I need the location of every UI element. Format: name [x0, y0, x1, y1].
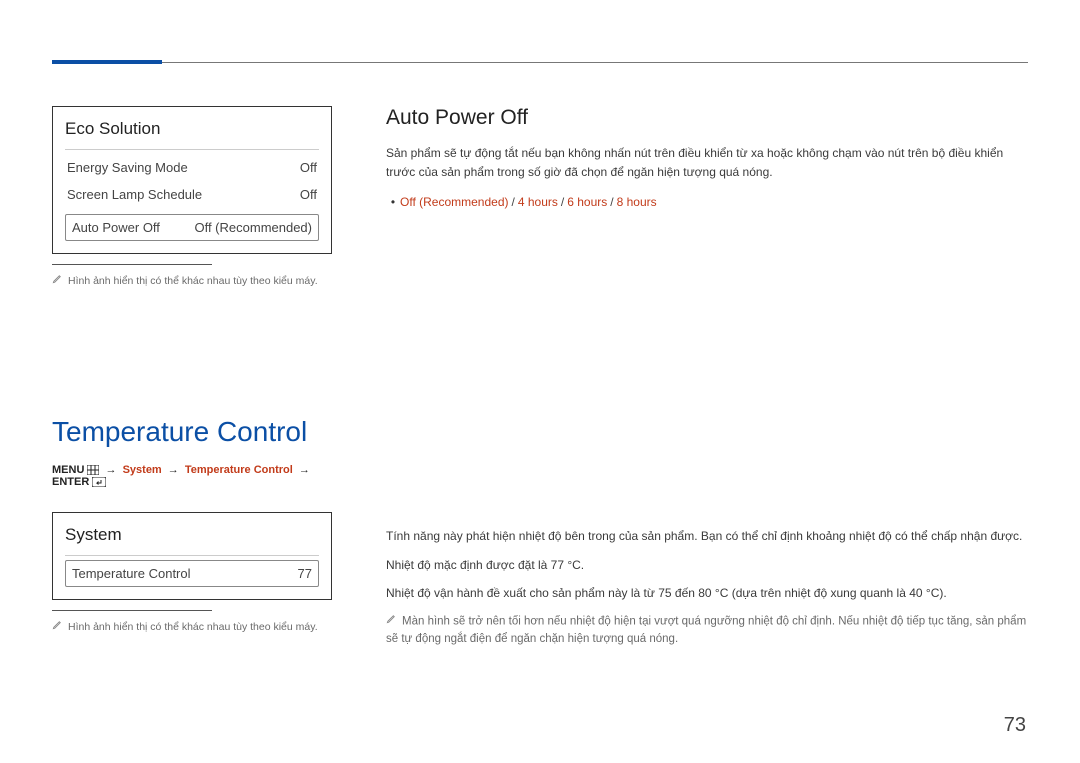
section-heading: Temperature Control	[52, 416, 332, 448]
menu-row: Screen Lamp Schedule Off	[65, 181, 319, 208]
tc-paragraph: Nhiệt độ mặc định được đặt là 77 °C.	[386, 556, 1028, 575]
enter-icon	[92, 476, 106, 488]
auto-power-off-description: Sản phẩm sẽ tự động tắt nếu bạn không nh…	[386, 144, 1028, 181]
image-note: Hình ảnh hiển thị có thể khác nhau tùy t…	[52, 273, 332, 290]
left-column: Eco Solution Energy Saving Mode Off Scre…	[52, 106, 332, 648]
image-note: Hình ảnh hiển thị có thể khác nhau tùy t…	[52, 619, 332, 636]
tc-note: Màn hình sẽ trở nên tối hơn nếu nhiệt độ…	[386, 613, 1028, 648]
pencil-note-icon	[386, 613, 398, 630]
pencil-note-icon	[52, 619, 64, 636]
tc-paragraph: Tính năng này phát hiện nhiệt độ bên tro…	[386, 527, 1028, 546]
menu-row-value: Off	[300, 187, 317, 202]
auto-power-off-heading: Auto Power Off	[386, 106, 1028, 130]
option-value: 8 hours	[617, 195, 657, 209]
eco-solution-panel: Eco Solution Energy Saving Mode Off Scre…	[52, 106, 332, 254]
pencil-note-icon	[52, 273, 64, 290]
breadcrumb-temperature-control: Temperature Control	[185, 464, 293, 476]
menu-row-label: Temperature Control	[72, 566, 191, 581]
right-column: Auto Power Off Sản phẩm sẽ tự động tắt n…	[386, 106, 1028, 648]
eco-panel-title: Eco Solution	[65, 119, 319, 150]
breadcrumb-system: System	[123, 464, 162, 476]
bullet-icon: •	[386, 195, 400, 209]
option-value: 4 hours	[518, 195, 558, 209]
menu-breadcrumb: MENU → System → Temperature Control → EN…	[52, 464, 332, 488]
menu-row-label: Screen Lamp Schedule	[67, 187, 202, 202]
menu-row-selected: Temperature Control 77	[65, 560, 319, 587]
note-divider	[52, 264, 212, 265]
menu-grid-icon	[87, 464, 99, 476]
menu-row-value: Off (Recommended)	[194, 220, 312, 235]
menu-row-value: Off	[300, 160, 317, 175]
menu-row-label: Auto Power Off	[72, 220, 160, 235]
tc-paragraph: Nhiệt độ vận hành đề xuất cho sản phẩm n…	[386, 584, 1028, 603]
option-value: 6 hours	[567, 195, 607, 209]
breadcrumb-enter: ENTER	[52, 476, 89, 488]
breadcrumb-menu: MENU	[52, 464, 84, 476]
menu-row-label: Energy Saving Mode	[67, 160, 188, 175]
menu-row: Energy Saving Mode Off	[65, 154, 319, 181]
option-value: Off (Recommended)	[400, 195, 509, 209]
menu-row-value: 77	[298, 566, 312, 581]
menu-row-selected: Auto Power Off Off (Recommended)	[65, 214, 319, 241]
system-panel: System Temperature Control 77	[52, 512, 332, 600]
note-divider	[52, 610, 212, 611]
temperature-control-description: Tính năng này phát hiện nhiệt độ bên tro…	[386, 527, 1028, 648]
page-number: 73	[1004, 714, 1026, 737]
header-rule	[52, 62, 1028, 63]
system-panel-title: System	[65, 525, 319, 556]
auto-power-off-options: • Off (Recommended)/4 hours/6 hours/8 ho…	[386, 195, 1028, 209]
